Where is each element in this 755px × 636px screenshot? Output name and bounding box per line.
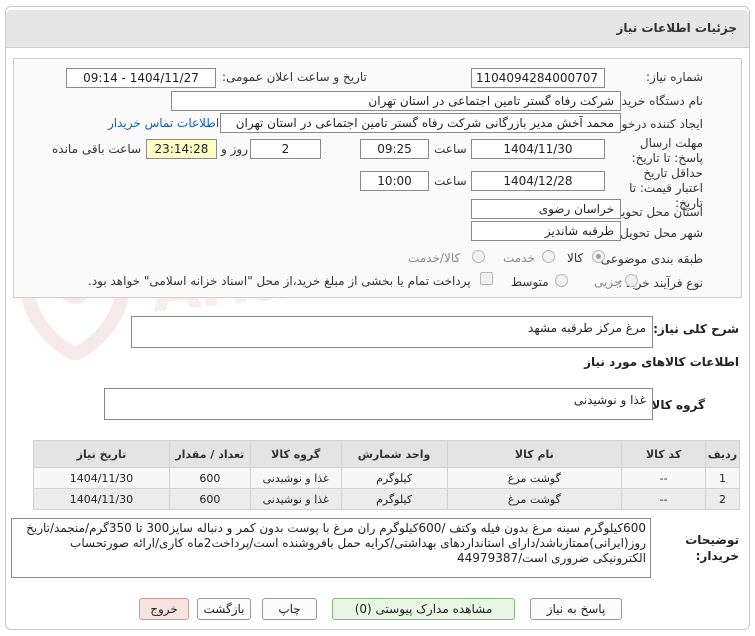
category-label: طبقه بندی موضوعی: [596,252,703,266]
province-label: استان محل تحویل: [608,205,703,219]
cell-item-name: گوشت مرغ [446,488,623,510]
treasury-payment-note: پرداخت تمام یا بخشی از مبلغ خرید،از محل … [88,274,471,288]
validity-time-label: ساعت [434,174,467,188]
reply-deadline-label: مهلت ارسال پاسخ: تا تاریخ: [631,136,703,165]
col-header-quantity: تعداد / مقدار [168,440,251,468]
remaining-time-field: 23:14:28 [146,139,217,159]
panel-header: جزئیات اطلاعات نیاز [6,10,749,48]
process-radio-minor[interactable] [625,274,638,287]
reply-time-label: ساعت [434,142,467,156]
col-header-group: گروه کالا [249,440,342,468]
buyer-org-field: شرکت رفاه گستر تامین اجتماعی در استان ته… [171,91,621,111]
process-option-minor: جزیی [594,275,622,289]
print-button[interactable]: چاپ [262,598,317,620]
col-header-need-date: تاریخ نیاز [33,440,170,468]
col-header-item-name: نام کالا [446,440,623,468]
need-number-label: شماره نیاز: [646,70,703,84]
city-field: طرقبه شاندیز [471,221,621,241]
creator-field: محمد آخش مدیر بازرگانی شرکت رفاه گستر تا… [220,113,621,133]
remaining-days-field: 2 [250,139,321,159]
cell-item-code: -- [621,467,707,489]
reply-time-field: 09:25 [360,139,429,159]
category-radio-service[interactable] [542,250,555,263]
category-option-service: خدمت [503,251,535,265]
category-option-goods: کالا [567,251,584,265]
city-label: شهر محل تحویل: [616,226,703,240]
col-header-row-number: ردیف [705,440,740,468]
cell-item-code: -- [621,488,707,510]
cell-unit: کیلوگرم [340,467,448,489]
announce-date-field: 1404/11/27 - 09:14 [66,68,216,88]
reply-date-field: 1404/11/30 [471,139,605,159]
reply-button[interactable]: پاسخ به نیاز [530,598,622,620]
buyer-org-label: نام دستگاه خریدار: [608,94,704,108]
col-header-item-code: کد کالا [621,440,707,468]
table-header-row: ردیف کد کالا نام کالا واحد شمارش گروه کا… [33,440,740,468]
validity-date-field: 1404/12/28 [471,171,605,191]
page-title: جزئیات اطلاعات نیاز [616,21,737,35]
cell-group: غذا و نوشیدنی [249,488,342,510]
buyer-notes-label: توضیحات خریدار: [685,533,739,563]
cell-need-date: 1404/11/30 [33,467,170,489]
goods-group-label: گروه کالا: [646,398,705,412]
need-number-field: 1104094284000707 [471,68,605,88]
days-label: روز و [221,142,248,156]
summary-label: شرح کلی نیاز: [653,322,739,336]
cell-unit: کیلوگرم [340,488,448,510]
cell-quantity: 600 [168,488,251,510]
cell-quantity: 600 [168,467,251,489]
attachments-button[interactable]: مشاهده مدارک پیوستی (0) [332,598,515,620]
category-radio-goods-service[interactable] [472,250,485,263]
process-option-medium: متوسط [511,275,549,289]
goods-info-title: اطلاعات کالاهای مورد نیاز [584,355,739,369]
category-radio-goods[interactable] [592,250,605,263]
cell-row-number: 2 [705,488,740,510]
validity-time-field: 10:00 [360,171,429,191]
cell-group: غذا و نوشیدنی [249,467,342,489]
treasury-payment-checkbox[interactable] [480,272,493,285]
table-row: 2 -- گوشت مرغ کیلوگرم غذا و نوشیدنی 600 … [33,488,740,510]
category-option-goods-service: کالا/خدمت [408,251,461,265]
cell-row-number: 1 [705,467,740,489]
back-button[interactable]: بازگشت [197,598,251,620]
announce-date-label: تاریخ و ساعت اعلان عمومی: [222,70,367,84]
province-field: خراسان رضوی [471,199,621,219]
process-radio-medium[interactable] [555,274,568,287]
table-row: 1 -- گوشت مرغ کیلوگرم غذا و نوشیدنی 600 … [33,467,740,489]
cell-need-date: 1404/11/30 [33,488,170,510]
cell-item-name: گوشت مرغ [446,467,623,489]
remaining-label: ساعت باقی مانده [52,142,142,156]
col-header-unit: واحد شمارش [340,440,448,468]
goods-group-field: غذا و نوشیدنی [104,388,653,420]
goods-table: ردیف کد کالا نام کالا واحد شمارش گروه کا… [33,440,740,510]
summary-field: مرغ مرکز طرقبه مشهد [131,316,653,348]
buyer-notes-field: 600کیلوگرم سینه مرغ بدون فیله وکتف /600ک… [11,518,651,578]
exit-button[interactable]: خروج [139,598,189,620]
buyer-contact-link[interactable]: اطلاعات تماس خریدار [108,116,219,130]
